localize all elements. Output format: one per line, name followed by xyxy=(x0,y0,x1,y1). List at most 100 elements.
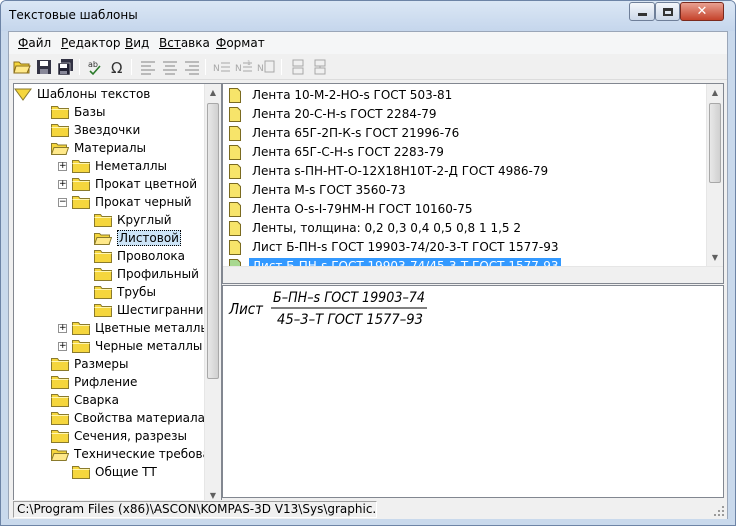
tree-item[interactable]: Проволока xyxy=(94,247,185,265)
collapse-icon[interactable]: − xyxy=(58,198,67,207)
template-document-icon xyxy=(229,201,241,217)
numbering-icon: N xyxy=(213,62,230,74)
save-all-button[interactable] xyxy=(56,57,76,77)
tree-item[interactable]: Прокат цветной xyxy=(72,175,197,193)
menu-item-3[interactable]: Вставка xyxy=(159,36,210,50)
template-document-icon xyxy=(229,106,241,122)
tree-item[interactable]: Круглый xyxy=(94,211,172,229)
list-item-label: Лента 65Г-2П-К-s ГОСТ 21996-76 xyxy=(252,126,460,140)
tree-item[interactable]: Цветные металлы xyxy=(72,319,210,337)
numbering-restart-button[interactable]: N1 xyxy=(234,57,254,77)
align-left-icon xyxy=(141,61,155,75)
root-triangle-icon xyxy=(14,88,32,101)
list-horizontal-scrollbar[interactable] xyxy=(223,266,723,283)
save-icon xyxy=(37,60,51,74)
tree-item[interactable]: Рифление xyxy=(51,373,137,391)
tree-item[interactable]: Прокат черный xyxy=(72,193,192,211)
tree-item[interactable]: Сварка xyxy=(51,391,119,409)
minimize-button[interactable] xyxy=(629,2,655,21)
menu-item-4[interactable]: Формат xyxy=(216,36,265,50)
tree-item[interactable]: Трубы xyxy=(94,283,156,301)
list-item[interactable]: Лист Б-ПН-s ГОСТ 19903-74/20-3-Т ГОСТ 15… xyxy=(229,238,561,256)
tree-item-label: Черные металлы xyxy=(95,339,203,353)
tree-item[interactable]: Черные металлы xyxy=(72,337,202,355)
list-item[interactable]: Лента О-s-I-79НМ-Н ГОСТ 10160-75 xyxy=(229,200,476,218)
menu-label-rest: ид xyxy=(133,36,150,50)
tree-item-label: Прокат черный xyxy=(95,195,192,209)
tree-item-label: Базы xyxy=(74,105,106,119)
tree-item[interactable]: Профильный xyxy=(94,265,199,283)
tree-item[interactable]: Сечения, разрезы xyxy=(51,427,187,445)
tree-item[interactable]: Размеры xyxy=(51,355,129,373)
align-center-button[interactable] xyxy=(160,57,180,77)
spellcheck-button[interactable]: ab xyxy=(86,57,106,77)
expand-icon[interactable]: + xyxy=(58,162,67,171)
list-item[interactable]: Лента 65Г-С-Н-s ГОСТ 2283-79 xyxy=(229,143,447,161)
list-item[interactable]: Лента 65Г-2П-К-s ГОСТ 21996-76 xyxy=(229,124,462,142)
title-bar[interactable]: Текстовые шаблоны ✕ xyxy=(1,1,735,31)
template-tree[interactable]: Шаблоны текстов Базы Звездочки Материалы + Не… xyxy=(13,83,222,505)
folder-icon xyxy=(72,340,90,353)
tree-item-label: Материалы xyxy=(74,141,146,155)
menu-item-0[interactable]: Файл xyxy=(18,36,51,50)
list-item[interactable]: Лента М-s ГОСТ 3560-73 xyxy=(229,181,409,199)
list-item-label: Лента s-ПН-НТ-О-12Х18Н10Т-2-Д ГОСТ 4986-… xyxy=(252,164,549,178)
scroll-up-icon[interactable]: ▲ xyxy=(205,84,221,101)
template-document-icon xyxy=(229,239,241,255)
scroll-thumb[interactable] xyxy=(709,103,721,183)
open-folder-button[interactable] xyxy=(12,57,32,77)
folder-icon xyxy=(72,160,90,173)
resize-grip-icon[interactable] xyxy=(713,505,725,517)
tree-item[interactable]: Шаблоны текстов xyxy=(14,85,150,103)
tree-scrollbar[interactable]: ▲ ▼ xyxy=(204,84,221,504)
menu-item-2[interactable]: Вид xyxy=(125,36,149,50)
scroll-up-icon[interactable]: ▲ xyxy=(707,84,723,101)
open-folder-icon xyxy=(51,143,69,155)
tree-item[interactable]: Общие ТТ xyxy=(72,463,157,481)
tree-item[interactable]: Технические требования xyxy=(51,445,221,463)
svg-text:Ω: Ω xyxy=(111,59,122,77)
numbering-off-button[interactable]: N xyxy=(256,57,276,77)
template-list[interactable]: Лента 10-М-2-НО-s ГОСТ 503-81 Лента 20-С-… xyxy=(222,83,724,284)
align-left-button[interactable] xyxy=(138,57,158,77)
list-item[interactable]: Лента s-ПН-НТ-О-12Х18Н10Т-2-Д ГОСТ 4986-… xyxy=(229,162,551,180)
move-down-button[interactable] xyxy=(310,57,330,77)
special-symbol-icon: Ω xyxy=(111,59,122,77)
align-right-button[interactable] xyxy=(182,57,202,77)
tree-item[interactable]: Неметаллы xyxy=(72,157,167,175)
status-bar: C:\Program Files (x86)\ASCON\KOMPAS-3D V… xyxy=(9,500,727,519)
special-symbol-button[interactable]: Ω xyxy=(108,57,128,77)
list-item-label: Лента 20-С-Н-s ГОСТ 2284-79 xyxy=(252,107,437,121)
menu-item-1[interactable]: Редактор xyxy=(61,36,120,50)
scroll-thumb[interactable] xyxy=(207,103,219,379)
tree-item[interactable]: Звездочки xyxy=(51,121,140,139)
template-document-icon xyxy=(229,87,241,103)
tree-item-label: Проволока xyxy=(117,249,186,263)
save-button[interactable] xyxy=(34,57,54,77)
numbering-button[interactable]: N xyxy=(212,57,232,77)
tree-item-label: Шаблоны текстов xyxy=(37,87,151,101)
tree-item[interactable]: Шестигранники xyxy=(94,301,218,319)
folder-icon xyxy=(94,286,112,299)
list-item[interactable]: Лента 20-С-Н-s ГОСТ 2284-79 xyxy=(229,105,440,123)
folder-icon xyxy=(51,394,69,407)
tree-item-label: Общие ТТ xyxy=(95,465,157,479)
tree-item-label: Сечения, разрезы xyxy=(74,429,187,443)
list-item[interactable]: Лента 10-М-2-НО-s ГОСТ 503-81 xyxy=(229,86,455,104)
svg-text:N: N xyxy=(213,64,220,74)
maximize-button[interactable] xyxy=(655,2,680,21)
list-item-label: Ленты, толщина: 0,2 0,3 0,4 0,5 0,8 1 1,… xyxy=(252,221,521,235)
move-up-button[interactable] xyxy=(288,57,308,77)
scroll-down-icon[interactable]: ▼ xyxy=(707,249,723,266)
expand-icon[interactable]: + xyxy=(58,342,67,351)
tree-item[interactable]: Свойства материала xyxy=(51,409,205,427)
tree-item[interactable]: Материалы xyxy=(51,139,146,157)
close-button[interactable]: ✕ xyxy=(680,2,724,21)
tree-item[interactable]: Листовой xyxy=(94,229,181,247)
expand-icon[interactable]: + xyxy=(58,180,67,189)
tree-item-label: Рифление xyxy=(74,375,138,389)
tree-item[interactable]: Базы xyxy=(51,103,105,121)
expand-icon[interactable]: + xyxy=(58,324,67,333)
list-item[interactable]: Ленты, толщина: 0,2 0,3 0,4 0,5 0,8 1 1,… xyxy=(229,219,524,237)
list-scrollbar[interactable]: ▲ ▼ xyxy=(706,84,723,266)
